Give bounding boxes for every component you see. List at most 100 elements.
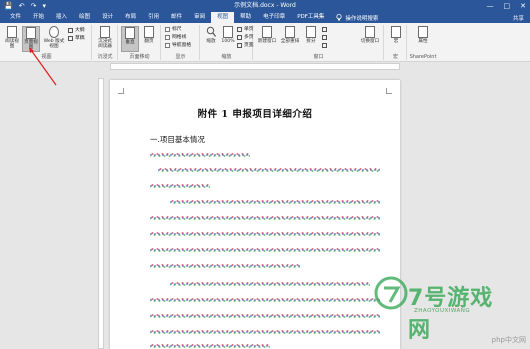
tab-mailings[interactable]: 邮件: [165, 12, 188, 23]
outline-button[interactable]: 大纲: [68, 27, 85, 34]
tab-file[interactable]: 文件: [4, 12, 27, 23]
ruler-check-icon: [165, 27, 170, 32]
horizontal-ruler[interactable]: [110, 63, 400, 70]
window-group: 新建窗口 全部重排 拆分 切换窗口 窗口: [254, 25, 384, 60]
nav-pane-check-icon: [165, 43, 170, 48]
macros-button[interactable]: 宏: [387, 26, 405, 52]
one-page-label: 单页: [244, 27, 254, 32]
zoom-100-icon: [223, 26, 233, 38]
zoom-button[interactable]: 缩放: [202, 26, 220, 52]
vertical-scroll-icon: [125, 27, 135, 39]
close-button[interactable]: ✕: [520, 1, 526, 11]
gridlines-check-icon: [165, 35, 170, 40]
text-line: [170, 198, 380, 204]
side-to-side-icon: [144, 26, 154, 38]
multi-page-icon: [237, 35, 242, 40]
zoom-100-label: 100%: [221, 39, 235, 44]
tell-me-search[interactable]: 操作说明搜索: [330, 14, 384, 22]
tab-references[interactable]: 引用: [142, 12, 165, 23]
one-page-button[interactable]: 单页: [237, 26, 254, 33]
minimize-button[interactable]: —: [487, 1, 494, 11]
split-icon: [306, 26, 316, 38]
tab-design[interactable]: 设计: [96, 12, 119, 23]
web-layout-button[interactable]: Web 版式视图: [42, 26, 66, 52]
switch-windows-button[interactable]: 切换窗口: [358, 26, 382, 52]
multi-page-label: 多页: [244, 35, 254, 40]
site-watermark: 7号游戏网 ZHAOYOUXIWANG: [372, 268, 502, 343]
show-group: 标尺 网格线 导航窗格 显示: [162, 25, 200, 60]
new-window-icon: [262, 26, 272, 38]
page-width-label: 页宽: [244, 43, 254, 48]
text-line: [158, 166, 380, 172]
zoom-group-label: 缩放: [221, 54, 232, 60]
game-logo-icon: [374, 276, 408, 310]
vertical-ruler[interactable]: [98, 78, 104, 349]
print-layout-label: 页面视图: [24, 40, 38, 50]
watermark-subtext: ZHAOYOUXIWANG: [414, 308, 471, 314]
macros-group-label: 宏: [392, 54, 398, 60]
share-label: 共享: [512, 15, 524, 22]
share-button[interactable]: 共享: [513, 14, 530, 22]
margin-corner: [118, 88, 124, 94]
tell-me-label: 操作说明搜索: [345, 15, 379, 22]
window-title: 示例文档.docx - Word: [234, 2, 296, 9]
text-line: [150, 151, 250, 157]
reset-window-button[interactable]: [322, 42, 327, 49]
zoom-group: 缩放 100% 单页 多页 页宽 缩放: [201, 25, 254, 60]
ribbon: 阅读视图 页面视图 Web 版式视图 大纲 草稿 视图 沉浸式阅读器 沉浸式 垂…: [0, 23, 530, 62]
vertical-label: 垂直: [125, 40, 135, 45]
ruler-label: 标尺: [172, 27, 182, 32]
sync-scroll-button[interactable]: [322, 34, 327, 41]
tab-home[interactable]: 开始: [27, 12, 50, 23]
tab-insert[interactable]: 插入: [50, 12, 73, 23]
vertical-button[interactable]: 垂直: [121, 26, 139, 52]
arrange-all-icon: [285, 26, 295, 38]
arrange-all-label: 全部重排: [280, 39, 300, 44]
split-button[interactable]: 拆分: [302, 26, 320, 52]
read-mode-button[interactable]: 阅读视图: [3, 26, 21, 52]
text-line: [150, 312, 380, 318]
margin-corner: [386, 88, 392, 94]
document-page[interactable]: 附件 1 申报项目详细介绍 一.项目基本情况: [110, 80, 400, 349]
immersive-group-label: 沉浸式: [97, 54, 113, 60]
side-to-side-button[interactable]: 翻页: [140, 26, 158, 52]
tab-pdf-tools[interactable]: PDF工具集: [291, 12, 330, 23]
tab-draw[interactable]: 绘图: [73, 12, 96, 23]
outline-icon: [68, 28, 73, 33]
page-width-button[interactable]: 页宽: [237, 42, 254, 49]
new-window-label: 新建窗口: [257, 39, 277, 44]
macros-icon: [391, 26, 401, 38]
ruler-checkbox[interactable]: 标尺: [165, 26, 182, 33]
view-side-by-side-button[interactable]: [322, 26, 327, 33]
sync-scroll-icon: [322, 35, 327, 40]
zoom-100-button[interactable]: 100%: [219, 26, 237, 52]
draft-button[interactable]: 草稿: [68, 35, 85, 42]
tab-review[interactable]: 审阅: [188, 12, 211, 23]
nav-pane-checkbox[interactable]: 导航窗格: [165, 42, 191, 49]
tab-layout[interactable]: 布局: [119, 12, 142, 23]
tab-view[interactable]: 视图: [211, 12, 235, 23]
sharepoint-group: 属性 SharePoint: [408, 25, 438, 60]
immersive-group: 沉浸式阅读器 沉浸式: [93, 25, 118, 60]
show-group-label: 显示: [175, 54, 186, 60]
immersive-reader-label: 沉浸式阅读器: [98, 39, 112, 49]
page-movement-group: 垂直 翻页 页面移动: [119, 25, 161, 60]
one-page-icon: [237, 27, 242, 32]
page-movement-group-label: 页面移动: [129, 54, 150, 60]
macros-label: 宏: [393, 39, 399, 44]
immersive-reader-button[interactable]: 沉浸式阅读器: [96, 26, 114, 52]
print-layout-button[interactable]: 页面视图: [22, 26, 40, 52]
ribbon-tab-bar: 文件 开始 插入 绘图 设计 布局 引用 邮件 审阅 视图 帮助 电子印章 PD…: [0, 12, 530, 23]
text-line: [150, 328, 380, 334]
maximize-button[interactable]: □: [504, 1, 511, 11]
new-window-button[interactable]: 新建窗口: [256, 26, 278, 52]
gridlines-checkbox[interactable]: 网格线: [165, 34, 186, 41]
arrange-all-button[interactable]: 全部重排: [279, 26, 301, 52]
switch-windows-label: 切换窗口: [360, 39, 380, 44]
tab-e-seal[interactable]: 电子印章: [257, 12, 291, 23]
properties-button[interactable]: 属性: [414, 26, 432, 52]
tab-help[interactable]: 帮助: [234, 12, 257, 23]
title-bar: 💾 ↶ ↷ ▾ 示例文档.docx - Word — □ ✕: [0, 0, 530, 12]
multi-page-button[interactable]: 多页: [237, 34, 254, 41]
sharepoint-group-label: SharePoint: [409, 54, 437, 60]
